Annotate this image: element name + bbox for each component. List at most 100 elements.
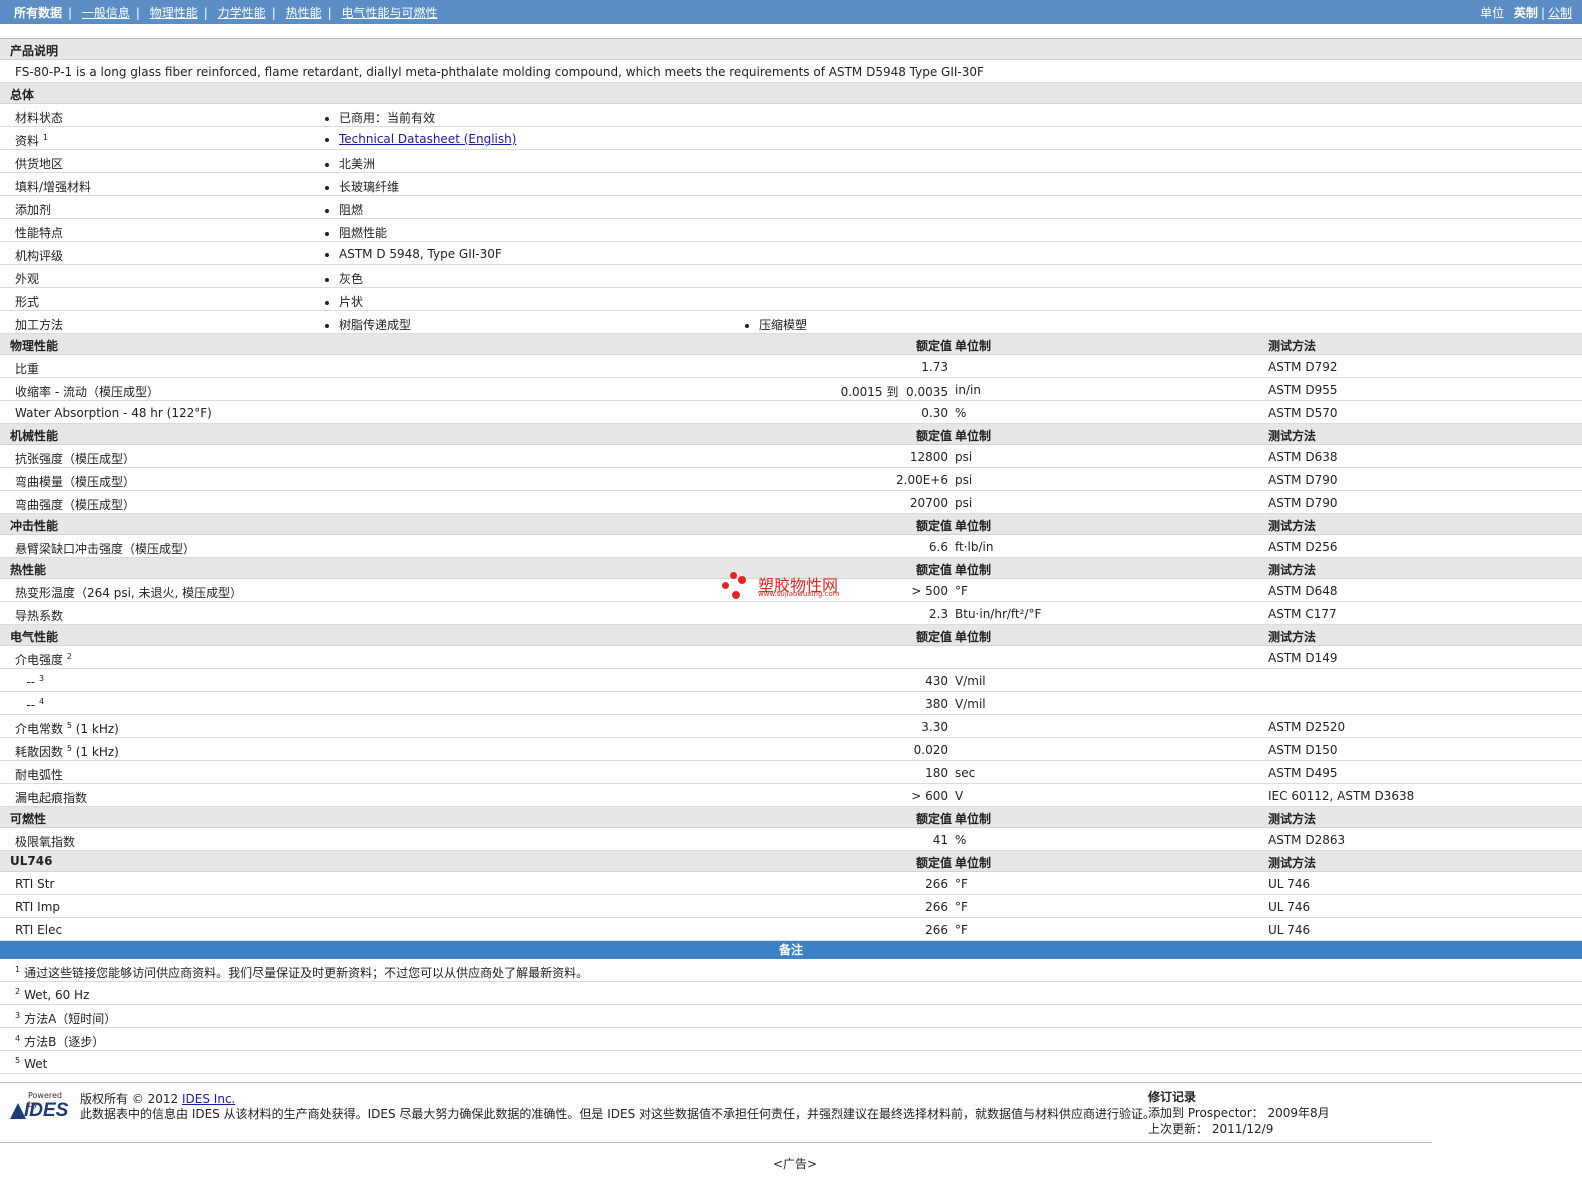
property-unit: °F xyxy=(955,923,968,937)
test-method: ASTM D495 xyxy=(1268,766,1338,780)
property-unit: in/in xyxy=(955,383,981,397)
property-unit: °F xyxy=(955,900,968,914)
nav-mechanical[interactable]: 力学性能 xyxy=(218,6,266,20)
property-row: RTI Imp 266 °F UL 746 xyxy=(0,895,1582,918)
col-nominal: 额定值 xyxy=(915,563,952,577)
property-label: -- 4 xyxy=(15,697,45,712)
section-title: UL746 xyxy=(10,854,53,868)
property-value: 20700 xyxy=(909,496,948,510)
test-method: IEC 60112, ASTM D3638 xyxy=(1268,789,1415,803)
property-row: 抗张强度（模压成型） 12800 psi ASTM D638 xyxy=(0,445,1582,468)
general-row: 加工方法 树脂传递成型 压缩模塑 xyxy=(0,311,1582,334)
row-value[interactable]: Technical Datasheet (English) xyxy=(325,132,516,146)
property-unit: V/mil xyxy=(955,697,986,711)
datasheet-link[interactable]: Technical Datasheet (English) xyxy=(339,132,516,146)
note-number: 1 xyxy=(15,965,21,974)
section-general: 总体 xyxy=(0,83,1582,104)
property-unit: °F xyxy=(955,877,968,891)
general-row: 形式 片状 xyxy=(0,288,1582,311)
description-text: FS-80-P-1 is a long glass fiber reinforc… xyxy=(15,65,984,79)
section-header: 可燃性 额定值 单位制 测试方法 xyxy=(0,807,1582,828)
property-row: 介电常数 5 (1 kHz) 3.30 ASTM D2520 xyxy=(0,715,1582,738)
section-title: 热性能 xyxy=(10,563,47,577)
ides-logo: Powered by IDES xyxy=(8,1091,73,1121)
row-label: 外观 xyxy=(15,272,40,286)
row-value: 树脂传递成型 xyxy=(325,316,411,333)
unit-english[interactable]: 英制 xyxy=(1514,6,1538,20)
section-header: 机械性能 额定值 单位制 测试方法 xyxy=(0,424,1582,445)
property-value: 430 xyxy=(925,674,948,688)
col-nominal: 额定值 xyxy=(915,630,952,644)
bullet-icon xyxy=(745,323,749,328)
nav-electrical[interactable]: 电气性能与可燃性 xyxy=(341,6,437,20)
general-row: 供货地区 北美洲 xyxy=(0,150,1582,173)
property-value: > 600 xyxy=(911,789,948,803)
general-row: 资料 1 Technical Datasheet (English) xyxy=(0,127,1582,150)
property-value: 12800 xyxy=(909,450,948,464)
row-value: ASTM D 5948, Type GII-30F xyxy=(325,247,502,261)
section-header: UL746 额定值 单位制 测试方法 xyxy=(0,851,1582,872)
property-label: 漏电起痕指数 xyxy=(15,791,88,805)
note-number: 5 xyxy=(15,1056,21,1065)
top-nav: 所有数据 | 一般信息 | 物理性能 | 力学性能 | 热性能 | 电气性能与可燃性 单位… xyxy=(0,0,1582,24)
test-method: ASTM D955 xyxy=(1268,383,1338,397)
property-unit: V/mil xyxy=(955,674,986,688)
bullet-icon xyxy=(325,208,329,213)
test-method: ASTM D2863 xyxy=(1268,833,1346,847)
property-row: Water Absorption - 48 hr (122°F) 0.30% AST… xyxy=(0,401,1582,424)
property-value: 266 xyxy=(925,923,948,937)
col-method: 测试方法 xyxy=(1268,429,1317,443)
footnote-ref: 4 xyxy=(38,697,45,706)
section-title: 总体 xyxy=(10,88,35,102)
col-nominal: 额定值 xyxy=(915,856,952,870)
ides-link[interactable]: IDES Inc. xyxy=(182,1092,235,1106)
note-row: 1 通过这些链接您能够访问供应商资料。我们尽量保证及时更新资料；不过您可以从供应商… xyxy=(0,959,1582,982)
property-row: 漏电起痕指数 > 600 V IEC 60112, ASTM D3638 xyxy=(0,784,1582,807)
property-row: 弯曲模量（模压成型） 2.00E+6 psi ASTM D790 xyxy=(0,468,1582,491)
col-unit: 单位制 xyxy=(955,856,992,870)
footnote-ref: 1 xyxy=(42,133,48,142)
property-label: 导热系数 xyxy=(15,609,64,623)
property-value: > 500 xyxy=(911,584,948,598)
note-row: 5 Wet xyxy=(0,1051,1582,1074)
note-text: 4 方法B（逐步） xyxy=(15,1034,105,1049)
test-method: ASTM D150 xyxy=(1268,743,1338,757)
nav-physical[interactable]: 物理性能 xyxy=(150,6,198,20)
row-label: 供货地区 xyxy=(15,157,64,171)
row-value: 已商用：当前有效 xyxy=(325,109,435,126)
unit-switch: 单位 英制 | 公制 xyxy=(1480,6,1572,20)
row-value-2: 压缩模塑 xyxy=(745,316,807,333)
general-row: 材料状态 已商用：当前有效 xyxy=(0,104,1582,127)
test-method: ASTM D648 xyxy=(1268,584,1338,598)
general-row: 添加剂 阻燃 xyxy=(0,196,1582,219)
disclaimer: 此数据表中的信息由 IDES 从该材料的生产商处获得。IDES 尽最大努力确保此… xyxy=(80,1107,1156,1121)
row-value: 北美洲 xyxy=(325,155,375,172)
nav-general[interactable]: 一般信息 xyxy=(82,6,130,20)
test-method: ASTM D2520 xyxy=(1268,720,1346,734)
nav-thermal[interactable]: 热性能 xyxy=(286,6,322,20)
section-title: 电气性能 xyxy=(10,630,59,644)
row-value: 阻燃 xyxy=(325,201,363,218)
test-method: ASTM C177 xyxy=(1268,607,1337,621)
property-value: 3.30 xyxy=(921,720,948,734)
col-unit: 单位制 xyxy=(955,563,992,577)
property-value: 0.020 xyxy=(913,743,948,757)
property-row: RTI Elec 266 °F UL 746 xyxy=(0,918,1582,941)
col-method: 测试方法 xyxy=(1268,812,1317,826)
property-value: 0.0015 到 0.0035 xyxy=(840,385,948,399)
property-label: 比重 xyxy=(15,362,40,376)
test-method: UL 746 xyxy=(1268,877,1311,891)
property-value: 266 xyxy=(925,877,948,891)
bullet-icon xyxy=(325,116,329,121)
row-value: 阻燃性能 xyxy=(325,224,387,241)
property-row: 耐电弧性 180 sec ASTM D495 xyxy=(0,761,1582,784)
unit-metric[interactable]: 公制 xyxy=(1548,6,1572,20)
test-method: ASTM D792 xyxy=(1268,360,1338,374)
property-row: 弯曲强度（模压成型） 20700 psi ASTM D790 xyxy=(0,491,1582,514)
property-value: 380 xyxy=(925,697,948,711)
property-unit: psi xyxy=(955,450,973,464)
general-row: 性能特点 阻燃性能 xyxy=(0,219,1582,242)
col-nominal: 额定值 xyxy=(915,429,952,443)
nav-all-data[interactable]: 所有数据 xyxy=(14,6,62,20)
property-label: 弯曲模量（模压成型） xyxy=(15,475,136,489)
